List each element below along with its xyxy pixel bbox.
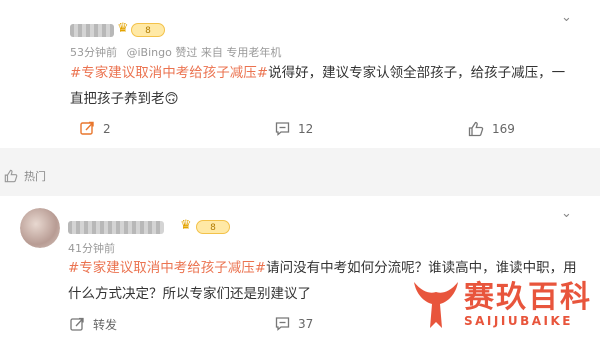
whale-tail-logo-icon <box>414 282 458 328</box>
emoji-icon: 🙃 <box>164 91 179 107</box>
post-meta: 53分钟前 @iBingo 赞过 来自 专用老年机 <box>70 44 281 60</box>
post-time: 41分钟前 <box>68 242 115 255</box>
comment-icon <box>275 317 290 331</box>
crown-icon: ♛ <box>117 21 129 36</box>
thumbs-up-icon <box>468 121 484 137</box>
avatar[interactable] <box>20 208 60 248</box>
hashtag-link[interactable]: #专家建议取消中考给孩子减压# <box>70 65 268 81</box>
repost-button[interactable]: 转发 <box>70 316 117 333</box>
comment-count: 12 <box>298 121 314 136</box>
chevron-down-icon[interactable]: ⌄ <box>561 10 572 25</box>
like-count: 169 <box>492 122 515 136</box>
comment-count: 37 <box>298 316 314 331</box>
like-button[interactable]: 169 <box>468 121 515 137</box>
watermark-en: SAIJIUBAIKE <box>464 314 573 328</box>
repost-icon <box>70 317 84 331</box>
hot-label: 热门 <box>24 170 46 183</box>
repost-icon <box>80 121 94 135</box>
watermark-cn: 赛玖百科 <box>464 280 592 315</box>
watermark-logo: 赛玖百科 SAIJIUBAIKE <box>412 278 592 332</box>
repost-label: 转发 <box>93 318 118 332</box>
username-blurred[interactable] <box>68 221 164 234</box>
comment-icon <box>275 122 290 136</box>
section-divider <box>0 148 600 196</box>
hot-section-label: 热门 <box>4 168 46 184</box>
vip-badge: 8 <box>131 23 165 37</box>
post-source: @iBingo 赞过 来自 专用老年机 <box>126 46 282 59</box>
repost-count: 2 <box>103 121 111 136</box>
username-blurred[interactable] <box>70 24 114 37</box>
post-time: 53分钟前 <box>70 46 117 59</box>
comment-button[interactable]: 12 <box>275 121 313 136</box>
avatar[interactable] <box>22 14 62 54</box>
thumbs-up-icon <box>4 169 18 183</box>
chevron-down-icon[interactable]: ⌄ <box>561 206 572 221</box>
hashtag-link[interactable]: #专家建议取消中考给孩子减压# <box>68 260 266 276</box>
crown-icon: ♛ <box>180 218 192 233</box>
vip-badge: 8 <box>196 220 230 234</box>
post-body: #专家建议取消中考给孩子减压#说得好，建议专家认领全部孩子，给孩子减压，一直把孩… <box>70 60 570 112</box>
repost-button[interactable]: 2 <box>80 121 111 136</box>
comment-button[interactable]: 37 <box>275 316 313 331</box>
